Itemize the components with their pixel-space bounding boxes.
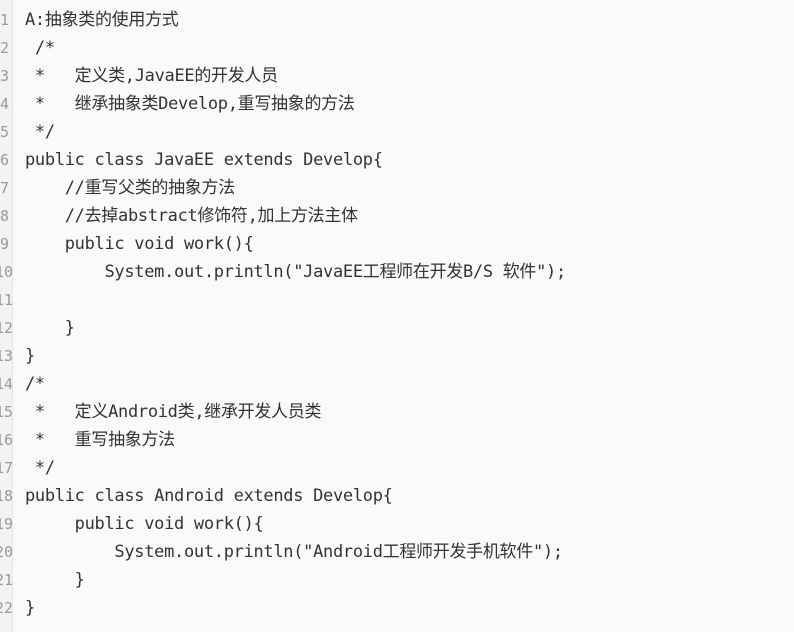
line-text: */ xyxy=(25,122,55,142)
line-text: public void work(){ xyxy=(25,234,254,254)
line-number: 13 xyxy=(0,347,14,365)
line-number: 20 xyxy=(0,543,14,561)
line-text: //重写父类的抽象方法 xyxy=(25,178,235,198)
line-text: * 重写抽象方法 xyxy=(25,430,175,450)
line-text: public void work(){ xyxy=(25,514,264,534)
line-number: 7 xyxy=(0,179,9,197)
line-number: 22 xyxy=(0,599,14,617)
line-number: 2 xyxy=(0,39,9,57)
line-text: * 定义类,JavaEE的开发人员 xyxy=(25,66,278,86)
line-number: 6 xyxy=(0,151,9,169)
line-number: 19 xyxy=(0,515,14,533)
line-text: * 定义Android类,继承开发人员类 xyxy=(25,402,322,422)
line-number: 5 xyxy=(0,123,9,141)
line-number: 11 xyxy=(0,291,14,309)
line-number: 3 xyxy=(0,67,9,85)
line-text: } xyxy=(25,346,35,366)
line-number: 1 xyxy=(0,11,9,29)
line-text: //去掉abstract修饰符,加上方法主体 xyxy=(25,206,358,226)
line-number: 9 xyxy=(0,235,9,253)
line-number: 16 xyxy=(0,431,14,449)
line-text: System.out.println("Android工程师开发手机软件"); xyxy=(25,542,563,562)
line-number: 10 xyxy=(0,263,14,281)
line-number: 12 xyxy=(0,319,14,337)
line-number: 17 xyxy=(0,459,14,477)
line-number: 15 xyxy=(0,403,14,421)
line-text: /* xyxy=(25,374,45,394)
line-number: 4 xyxy=(0,95,9,113)
line-text: A:抽象类的使用方式 xyxy=(25,10,179,30)
line-text: } xyxy=(25,598,35,618)
line-text: public class JavaEE extends Develop{ xyxy=(25,150,383,170)
line-text: System.out.println("JavaEE工程师在开发B/S 软件")… xyxy=(25,262,566,282)
line-number: 18 xyxy=(0,487,14,505)
line-number: 21 xyxy=(0,571,14,589)
line-text: public class Android extends Develop{ xyxy=(25,486,393,506)
line-text: } xyxy=(25,570,85,590)
line-text: * 继承抽象类Develop,重写抽象的方法 xyxy=(25,94,355,114)
line-number: 14 xyxy=(0,375,14,393)
line-text: /* xyxy=(25,38,55,58)
line-number: 8 xyxy=(0,207,9,225)
code-viewer: 1 A:抽象类的使用方式 2 /* 3 * 定义类,JavaEE的开发人员 4 *… xyxy=(0,0,794,632)
line-text: */ xyxy=(25,458,55,478)
line-text: } xyxy=(25,318,75,338)
